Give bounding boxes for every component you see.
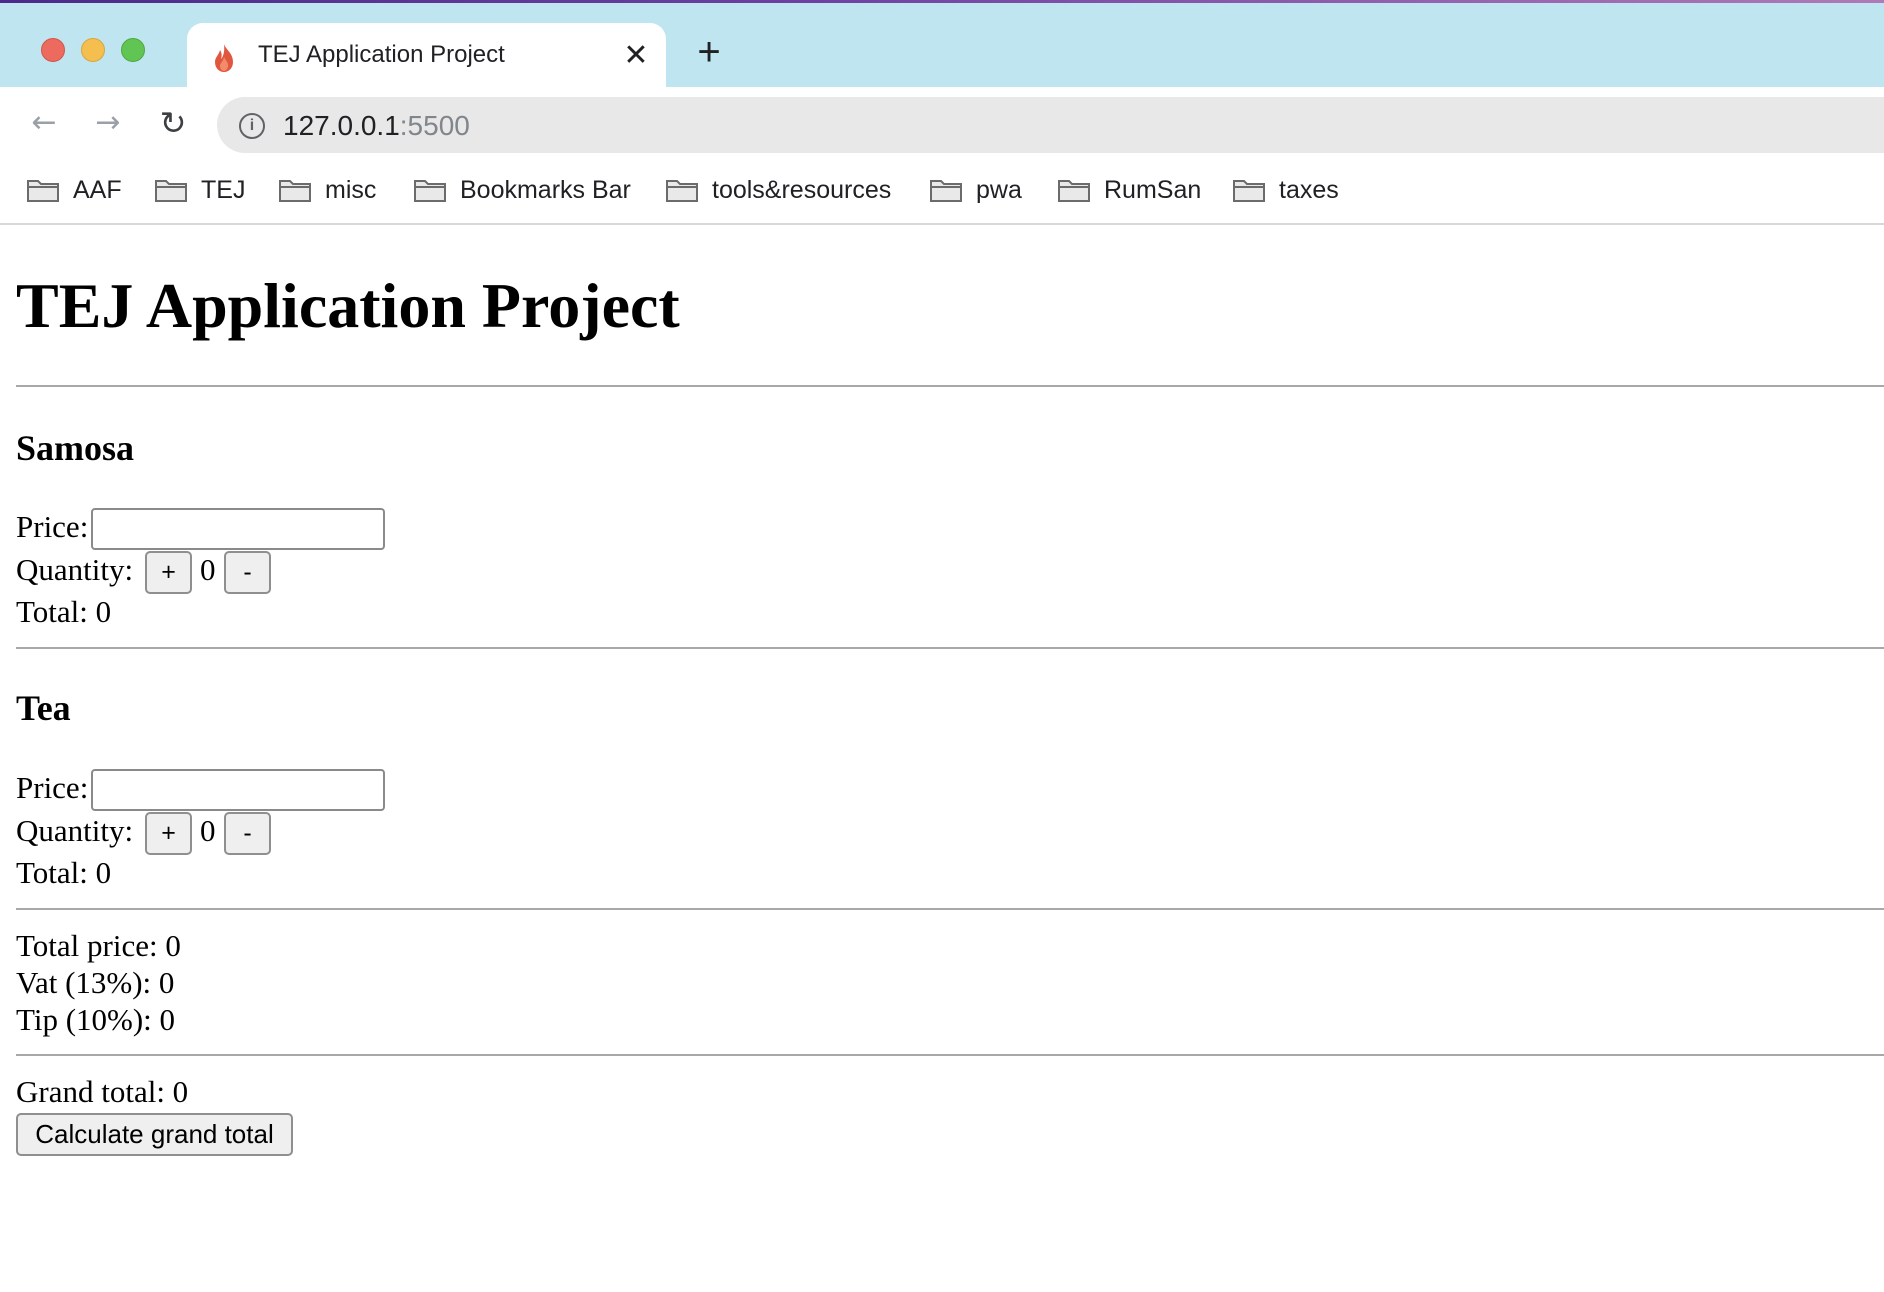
url-text[interactable]: 127.0.0.1:5500 (283, 110, 470, 142)
minimize-window-button[interactable] (81, 38, 105, 62)
url-host: 127.0.0.1 (283, 110, 400, 141)
tab-strip: TEJ Application Project ✕ + (0, 3, 1884, 91)
bookmarks-bar: AAF TEJ misc Bookmarks Bar tools&resourc… (0, 159, 1884, 225)
bookmark-label: taxes (1279, 175, 1339, 204)
quantity-label: Quantity: (16, 813, 134, 848)
samosa-increment-button[interactable]: + (145, 551, 192, 594)
divider (16, 1054, 1884, 1056)
bookmark-folder-taxes[interactable]: taxes (1233, 173, 1339, 207)
flame-icon (215, 44, 233, 72)
item-title-tea: Tea (16, 688, 71, 728)
folder-icon (666, 180, 698, 202)
bookmark-label: pwa (976, 175, 1022, 204)
close-window-button[interactable] (41, 38, 65, 62)
site-info-icon[interactable]: i (239, 113, 265, 139)
divider (16, 647, 1884, 649)
grand-total: Grand total: 0 (16, 1074, 189, 1109)
tip-amount: Tip (10%): 0 (16, 1002, 176, 1037)
bookmark-label: Bookmarks Bar (460, 175, 631, 204)
bookmark-label: TEJ (201, 175, 246, 204)
price-label: Price: (16, 509, 89, 544)
tea-quantity-value: 0 (200, 813, 216, 848)
folder-icon (27, 180, 59, 202)
folder-icon (930, 180, 962, 202)
folder-icon (279, 180, 311, 202)
page-title: TEJ Application Project (16, 270, 680, 341)
reload-icon[interactable]: ↻ (155, 105, 191, 141)
folder-icon (1058, 180, 1090, 202)
item-title-samosa: Samosa (16, 428, 135, 468)
price-label: Price: (16, 770, 89, 805)
bookmark-folder-misc[interactable]: misc (279, 173, 376, 207)
folder-icon (1233, 180, 1265, 202)
samosa-decrement-button[interactable]: - (224, 551, 271, 594)
bookmark-label: tools&resources (712, 175, 892, 204)
bookmark-folder-bookmarks-bar[interactable]: Bookmarks Bar (414, 173, 631, 207)
calculate-grand-total-button[interactable]: Calculate grand total (16, 1113, 293, 1156)
folder-icon (414, 180, 446, 202)
tea-decrement-button[interactable]: - (224, 812, 271, 855)
forward-arrow-icon[interactable]: → (90, 105, 126, 141)
address-bar[interactable]: i 127.0.0.1:5500 (217, 97, 1884, 153)
close-tab-icon[interactable]: ✕ (621, 41, 651, 71)
bookmark-folder-aaf[interactable]: AAF (27, 173, 122, 207)
back-arrow-icon[interactable]: ← (26, 105, 62, 141)
samosa-price-input[interactable] (91, 508, 385, 550)
samosa-total: Total: 0 (16, 594, 112, 629)
samosa-quantity-value: 0 (200, 552, 216, 587)
bookmark-folder-rumsan[interactable]: RumSan (1058, 173, 1201, 207)
bookmark-folder-pwa[interactable]: pwa (930, 173, 1022, 207)
bookmark-folder-tej[interactable]: TEJ (155, 173, 245, 207)
quantity-label: Quantity: (16, 552, 134, 587)
url-port: :5500 (399, 110, 470, 141)
bookmark-folder-tools-resources[interactable]: tools&resources (666, 173, 891, 207)
divider (16, 908, 1884, 910)
folder-icon (155, 180, 187, 202)
vat-amount: Vat (13%): 0 (16, 965, 175, 1000)
tea-total: Total: 0 (16, 855, 112, 890)
tab-active[interactable]: TEJ Application Project ✕ (187, 23, 666, 91)
tea-price-input[interactable] (91, 769, 385, 811)
maximize-window-button[interactable] (121, 38, 145, 62)
bookmark-label: AAF (73, 175, 122, 204)
bookmark-label: RumSan (1104, 175, 1202, 204)
new-tab-button[interactable]: + (693, 32, 725, 72)
bookmark-label: misc (325, 175, 377, 204)
total-price: Total price: 0 (16, 928, 181, 963)
tab-title: TEJ Application Project (258, 41, 505, 68)
browser-toolbar: ← → ↻ i 127.0.0.1:5500 (0, 87, 1884, 159)
divider (16, 385, 1884, 387)
tea-increment-button[interactable]: + (145, 812, 192, 855)
